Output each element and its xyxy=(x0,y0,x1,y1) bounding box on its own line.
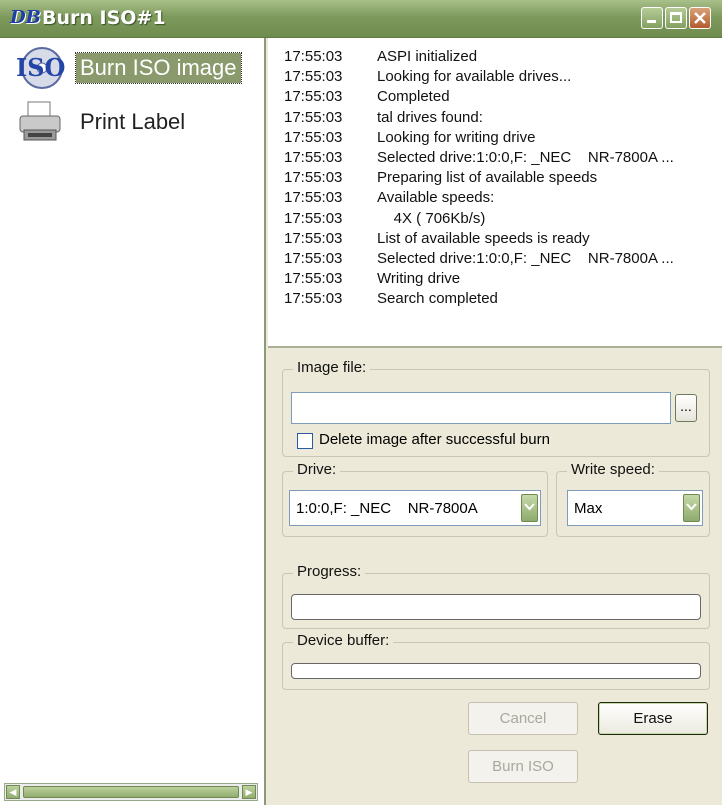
progress-legend: Progress: xyxy=(293,563,366,580)
write-speed-select-value: Max xyxy=(574,500,603,517)
device-buffer-bar xyxy=(291,663,701,679)
browse-button[interactable]: ... xyxy=(675,394,697,422)
log-panel: 17:55:03 ASPI initialized 17:55:03 Looking … xyxy=(268,38,722,348)
drive-select-value: 1:0:0,F: _NEC NR-7800A xyxy=(296,500,478,517)
drive-select[interactable]: 1:0:0,F: _NEC NR-7800A xyxy=(289,490,541,526)
log-entry-message: tal drives found: xyxy=(377,108,483,126)
sidebar-item-label: Print Label xyxy=(80,109,186,134)
log-entry-message: Looking for available drives... xyxy=(377,68,572,86)
sidebar: ISO Burn ISO image Print Label ◀ ▶ xyxy=(0,38,266,805)
delete-image-checkbox-label: Delete image after successful burn xyxy=(319,431,550,448)
log-entry-time: 17:55:03 xyxy=(284,189,343,207)
minimize-button[interactable] xyxy=(641,7,663,29)
app-logo-icon: DB xyxy=(10,7,41,28)
sidebar-item-print-label[interactable]: Print Label xyxy=(0,98,262,154)
maximize-button[interactable] xyxy=(665,7,687,29)
delete-image-checkbox[interactable] xyxy=(297,433,313,449)
log-entry-message: Selected drive:1:0:0,F: _NEC NR-7800A ..… xyxy=(377,250,674,267)
chevron-down-icon[interactable] xyxy=(683,494,700,522)
progress-bar xyxy=(291,594,701,620)
minimize-icon xyxy=(647,20,656,23)
scrollbar-thumb[interactable] xyxy=(23,786,239,798)
log-entry-message: ASPI initialized xyxy=(377,48,478,65)
scroll-left-icon[interactable]: ◀ xyxy=(6,785,20,799)
log-entry-time: 17:55:03 xyxy=(284,68,343,86)
log-entry-message: Selected drive:1:0:0,F: _NEC NR-7800A ..… xyxy=(377,149,674,166)
log-entry-time: 17:55:03 xyxy=(284,290,343,308)
log-entry-message: 4X ( 706Kb/s) xyxy=(377,209,486,227)
log-entry-time: 17:55:03 xyxy=(284,270,343,288)
device-buffer-group: Device buffer: xyxy=(282,632,710,690)
log-entry-message: Search completed xyxy=(377,290,498,308)
chevron-down-icon[interactable] xyxy=(521,494,538,522)
log-entry-time: 17:55:03 xyxy=(284,48,343,65)
sidebar-item-label: Burn ISO image xyxy=(75,52,242,84)
write-speed-select[interactable]: Max xyxy=(567,490,703,526)
log-entry-message: Available speeds: xyxy=(377,189,495,207)
log-entry-time: 17:55:03 xyxy=(284,250,343,267)
image-file-group: Image file: ... Delete image after succe… xyxy=(282,359,710,457)
log-entry-time: 17:55:03 xyxy=(284,88,343,106)
log-entry-message: Preparing list of available speeds xyxy=(377,169,598,187)
burn-iso-button[interactable]: Burn ISO xyxy=(468,750,578,783)
erase-button[interactable]: Erase xyxy=(598,702,708,735)
window-title: Burn ISO#1 xyxy=(42,7,166,29)
log-entry-time: 17:55:03 xyxy=(284,229,343,247)
cancel-button[interactable]: Cancel xyxy=(468,702,578,735)
device-buffer-legend: Device buffer: xyxy=(293,632,394,649)
log-entry-message: Writing drive xyxy=(377,270,461,288)
log-entry-message: List of available speeds is ready xyxy=(377,229,590,247)
printer-icon xyxy=(19,101,61,141)
write-speed-group: Write speed: Max xyxy=(556,461,710,537)
drive-legend: Drive: xyxy=(293,461,341,478)
burn-iso-window: DB Burn ISO#1 ISO Burn ISO image Print L… xyxy=(0,0,722,805)
log-entry-time: 17:55:03 xyxy=(284,128,343,146)
title-bar[interactable]: DB Burn ISO#1 xyxy=(0,0,722,38)
scroll-right-icon[interactable]: ▶ xyxy=(242,785,256,799)
log-entry-message: Looking for writing drive xyxy=(377,128,536,146)
log-entry-time: 17:55:03 xyxy=(284,169,343,187)
sidebar-horizontal-scrollbar[interactable]: ◀ ▶ xyxy=(4,783,258,801)
close-button[interactable] xyxy=(689,7,711,29)
progress-group: Progress: xyxy=(282,563,710,629)
image-file-legend: Image file: xyxy=(293,359,371,376)
image-file-input[interactable] xyxy=(291,392,671,424)
drive-group: Drive: 1:0:0,F: _NEC NR-7800A xyxy=(282,461,548,537)
iso-disc-icon: ISO xyxy=(16,47,65,89)
log-entry-time: 17:55:03 xyxy=(284,149,343,166)
log-entry-message: Completed xyxy=(377,88,450,106)
log-entry-time: 17:55:03 xyxy=(284,209,343,227)
sidebar-item-burn-iso-image[interactable]: ISO Burn ISO image xyxy=(0,42,262,98)
close-icon xyxy=(694,12,706,24)
svg-text:ISO: ISO xyxy=(16,53,65,82)
log-entry-time: 17:55:03 xyxy=(284,108,343,126)
maximize-icon xyxy=(670,12,682,23)
write-speed-legend: Write speed: xyxy=(567,461,659,478)
